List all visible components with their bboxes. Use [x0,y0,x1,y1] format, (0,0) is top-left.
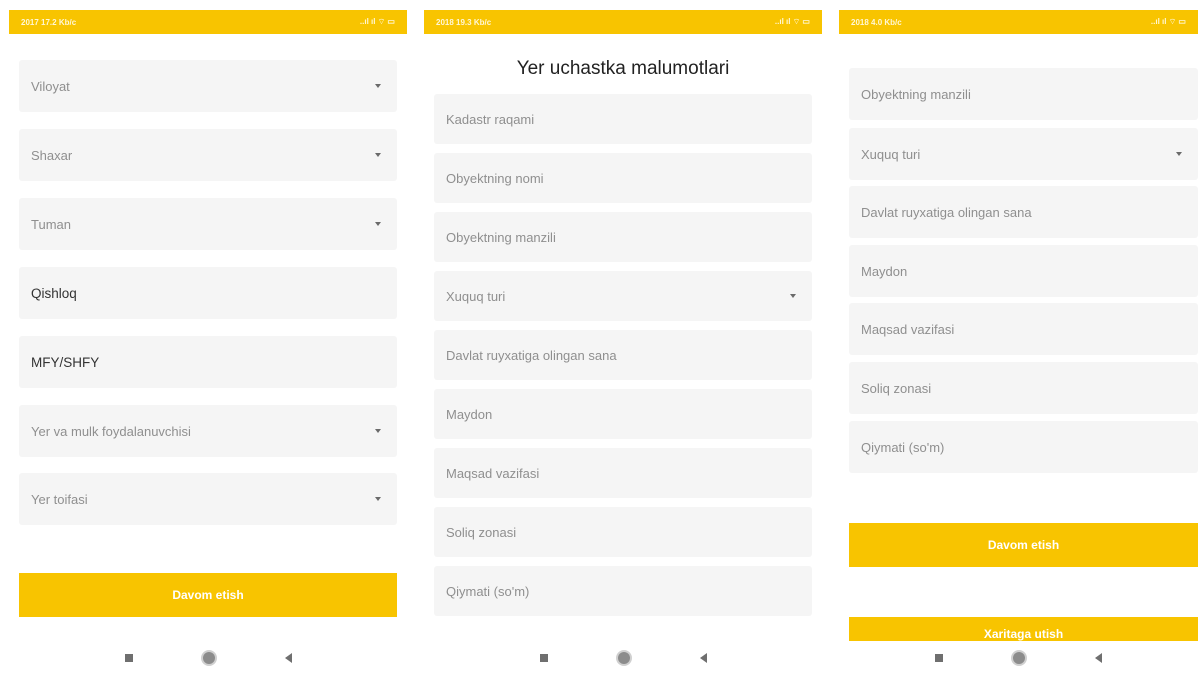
field-label: Maydon [861,263,908,279]
dropdown-arrow-icon [375,497,381,501]
home-icon[interactable] [617,652,630,664]
back-icon[interactable] [1095,653,1102,663]
field-label: Viloyat [31,78,70,94]
land-category-select[interactable]: Yer toifasi [19,473,397,525]
dropdown-arrow-icon [375,429,381,433]
field-label: Tuman [31,216,71,232]
field-label: Davlat ruyxatiga olingan sana [446,347,617,363]
field-label: MFY/SHFY [31,354,100,370]
field-label: Obyektning nomi [446,170,544,186]
registration-date-input[interactable]: Davlat ruyxatiga olingan sana [849,186,1198,238]
back-icon[interactable] [699,653,707,663]
dropdown-arrow-icon [790,294,796,298]
back-icon[interactable] [284,653,292,663]
screen-2: 2018 19.3 Kb/c ..ıl ıl ⌔ ▭ Yer uchastka … [424,10,822,679]
tax-zone-input[interactable]: Soliq zonasi [849,362,1198,414]
area-input[interactable]: Maydon [434,389,812,439]
field-label: Qiymati (so'm) [861,439,945,455]
dropdown-arrow-icon [375,153,381,157]
field-label: Soliq zonasi [446,524,517,540]
page-title: Yer uchastka malumotlari [516,58,730,79]
value-input[interactable]: Qiymati (so'm) [434,566,812,616]
field-label: Kadastr raqami [446,111,535,127]
status-icons: ..ıl ıl ⌔ ▭ [1150,17,1186,26]
field-label: Davlat ruyxatiga olingan sana [861,204,1032,220]
field-label: Xuquq turi [861,146,921,162]
status-bar: 2018 19.3 Kb/c ..ıl ıl ⌔ ▭ [424,10,822,34]
home-icon[interactable] [1013,652,1025,664]
registration-date-input[interactable]: Davlat ruyxatiga olingan sana [434,330,812,380]
status-time: 2018 19.3 Kb/c [436,17,492,27]
object-name-input[interactable]: Obyektning nomi [434,153,812,203]
field-label: Shaxar [31,147,73,163]
object-address-input[interactable]: Obyektning manzili [434,212,812,262]
status-time: 2017 17.2 Kb/c [21,17,77,27]
field-label: Maqsad vazifasi [446,465,540,481]
village-input[interactable]: Qishloq [19,267,397,319]
screen-1: 2017 17.2 Kb/c ..ıl ıl ⌔ ▭ Viloyat Shaxa… [9,10,407,679]
region-select[interactable]: Viloyat [19,60,397,112]
recents-icon[interactable] [539,654,548,662]
purpose-input[interactable]: Maqsad vazifasi [434,448,812,498]
field-label: Maydon [446,406,493,422]
home-icon[interactable] [202,652,215,664]
android-nav-bar [9,637,407,679]
district-select[interactable]: Tuman [19,198,397,250]
screen-3: 2018 4.0 Kb/c ..ıl ıl ⌔ ▭ Obyektning man… [839,10,1198,679]
field-label: Soliq zonasi [861,380,932,396]
tax-zone-input[interactable]: Soliq zonasi [434,507,812,557]
continue-button[interactable]: Davom etish [19,573,397,617]
field-label: Xuquq turi [446,288,506,304]
status-time: 2018 4.0 Kb/c [851,17,902,27]
object-address-input[interactable]: Obyektning manzili [849,68,1198,120]
right-type-select[interactable]: Xuquq turi [434,271,812,321]
purpose-input[interactable]: Maqsad vazifasi [849,303,1198,355]
value-input[interactable]: Qiymati (so'm) [849,421,1198,473]
field-label: Yer toifasi [31,491,88,507]
android-nav-bar [424,637,822,679]
mfy-input[interactable]: MFY/SHFY [19,336,397,388]
field-label: Qishloq [31,285,77,301]
recents-icon[interactable] [124,654,133,662]
city-select[interactable]: Shaxar [19,129,397,181]
continue-button[interactable]: Davom etish [849,523,1198,567]
status-bar: 2018 4.0 Kb/c ..ıl ıl ⌔ ▭ [839,10,1198,34]
dropdown-arrow-icon [1176,152,1182,156]
dropdown-arrow-icon [375,84,381,88]
field-label: Obyektning manzili [446,229,556,245]
field-label: Qiymati (so'm) [446,583,530,599]
field-label: Maqsad vazifasi [861,321,955,337]
status-bar: 2017 17.2 Kb/c ..ıl ıl ⌔ ▭ [9,10,407,34]
field-label: Yer va mulk foydalanuvchisi [31,423,191,439]
dropdown-arrow-icon [375,222,381,226]
area-input[interactable]: Maydon [849,245,1198,297]
cadastral-number-input[interactable]: Kadastr raqami [434,94,812,144]
field-label: Obyektning manzili [861,86,971,102]
status-icons: ..ıl ıl ⌔ ▭ [774,17,810,26]
status-icons: ..ıl ıl ⌔ ▭ [359,17,395,26]
recents-icon[interactable] [935,654,943,662]
right-type-select[interactable]: Xuquq turi [849,128,1198,180]
android-nav-bar [839,637,1198,679]
land-user-select[interactable]: Yer va mulk foydalanuvchisi [19,405,397,457]
